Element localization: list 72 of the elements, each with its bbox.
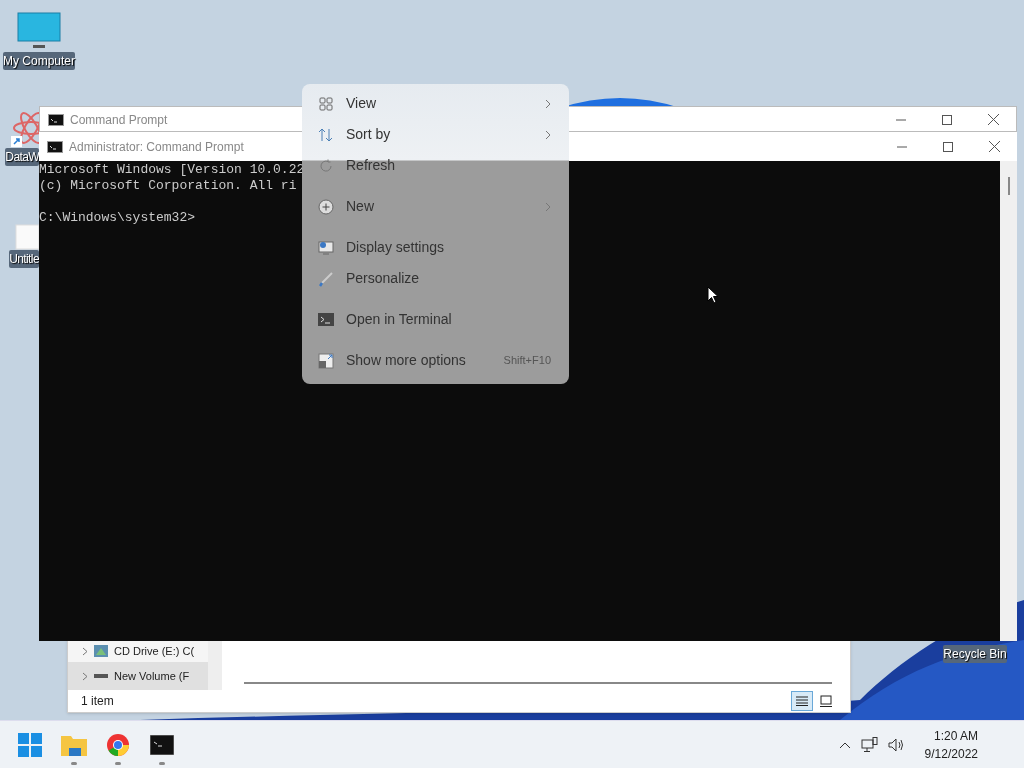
menu-label: New [346, 197, 374, 216]
menu-label: Display settings [346, 238, 445, 257]
window-icon [820, 695, 832, 707]
tree-label: CD Drive (E:) C( [114, 643, 195, 659]
window-title: Administrator: Command Prompt [69, 138, 244, 156]
clock-time: 1:20 AM [933, 727, 978, 745]
expand-icon [318, 352, 334, 369]
menu-label: Refresh [346, 156, 396, 175]
console-icon [47, 140, 63, 153]
running-indicator [159, 761, 165, 765]
menu-item[interactable]: Display settings [306, 232, 565, 263]
menu-label: View [346, 94, 377, 113]
list-icon [796, 696, 808, 706]
disc-drive-icon [94, 645, 108, 657]
chevron-icon [82, 646, 88, 656]
menu-label: Sort by [346, 125, 391, 144]
running-indicator [115, 761, 121, 765]
icon-label: Untitle [9, 250, 39, 268]
terminal-icon [150, 734, 174, 755]
brush-icon [318, 270, 334, 287]
menu-item[interactable]: Refresh [306, 150, 565, 181]
status-text: 1 item [81, 693, 114, 710]
terminal-icon [318, 313, 334, 326]
minimize-icon [897, 145, 907, 148]
tree-item[interactable]: CD Drive (E:) C( [68, 640, 208, 662]
scrollbar-thumb [1007, 177, 1010, 195]
menu-label: Open in Terminal [346, 310, 452, 329]
menu-item[interactable]: Sort by [306, 119, 565, 150]
menu-item[interactable]: Open in Terminal [306, 304, 565, 335]
tree-label: New Volume (F [114, 668, 190, 684]
tree-item[interactable]: New Volume (F [68, 662, 208, 690]
windows-icon [18, 732, 42, 757]
menu-label: Show more options [346, 351, 466, 370]
drive-icon [94, 674, 108, 678]
browser-icon [106, 732, 130, 757]
menu-item[interactable]: Show more options Shift+F10 [306, 345, 565, 376]
maximize-icon [942, 114, 952, 125]
icon-label: My Computer [3, 52, 75, 70]
console-line: (c) Microsoft Corporation. All ri [39, 178, 297, 194]
console-icon [48, 113, 64, 126]
menu-label: Personalize [346, 269, 420, 288]
chevron-up-icon[interactable] [838, 740, 851, 749]
chevron-icon [82, 671, 88, 681]
console-line: Microsoft Windows [Version 10.0.22 [39, 162, 305, 178]
running-indicator [71, 761, 77, 765]
close-icon [988, 141, 1000, 152]
display-icon [318, 240, 334, 255]
network-icon[interactable] [860, 736, 878, 753]
maximize-icon [943, 141, 953, 152]
icon-label: Recycle Bin [943, 645, 1007, 663]
clock-date: 9/12/2022 [924, 745, 978, 763]
close-icon [987, 114, 999, 125]
refresh-icon [319, 158, 333, 173]
console-prompt: C:\Windows\system32> [39, 210, 196, 226]
plus-circle-icon [318, 198, 334, 215]
icon-label: DataW [5, 148, 39, 166]
chevron-icon [545, 201, 551, 212]
grid-icon [319, 96, 333, 111]
folder-icon [61, 733, 87, 756]
menu-item[interactable]: View [306, 88, 565, 119]
pane-splitter [208, 640, 222, 690]
details-view-button[interactable] [791, 691, 813, 711]
volume-icon[interactable] [887, 737, 905, 752]
chevron-icon [545, 129, 551, 140]
minimize-icon [896, 118, 906, 121]
menu-item[interactable]: Personalize [306, 263, 565, 294]
menu-item[interactable]: New [306, 191, 565, 222]
sort-icon [318, 127, 334, 142]
window-title: Command Prompt [70, 111, 168, 129]
chevron-icon [545, 98, 551, 109]
cursor-icon [707, 286, 719, 304]
shortcut-text: Shift+F10 [503, 353, 551, 369]
